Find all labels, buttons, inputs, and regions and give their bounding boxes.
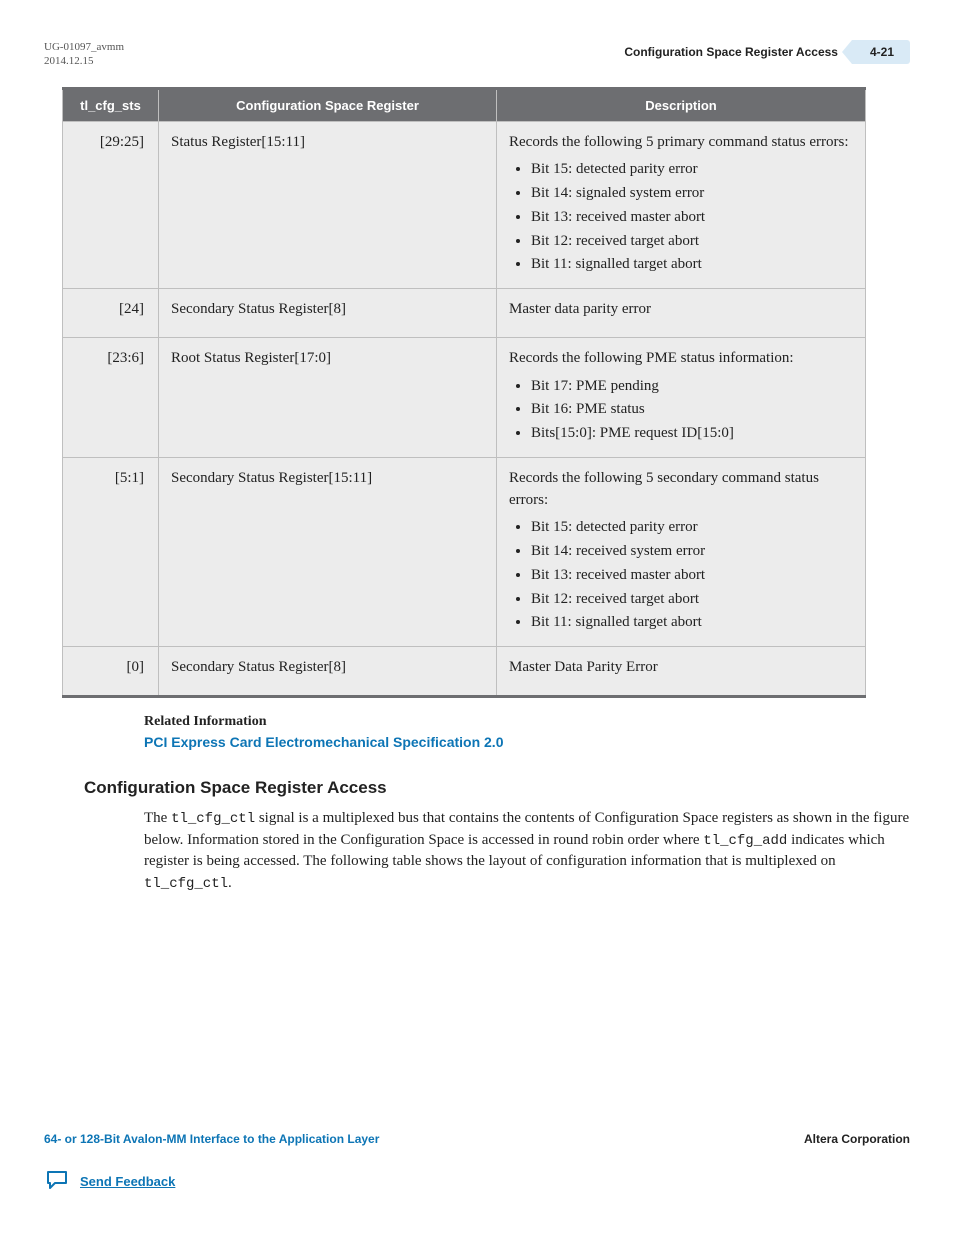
col-header-register: Configuration Space Register	[159, 88, 497, 121]
doc-id: UG-01097_avmm	[44, 40, 124, 54]
cell-description: Records the following 5 primary command …	[497, 121, 866, 289]
table-row: [24]Secondary Status Register[8] Master d…	[63, 289, 866, 338]
desc-bullet: Bit 14: signaled system error	[531, 183, 853, 205]
desc-lead: Master data parity error	[509, 299, 853, 321]
cell-register: Secondary Status Register[15:11]	[159, 457, 497, 646]
col-header-bits: tl_cfg_sts	[63, 88, 159, 121]
cell-description: Master Data Parity Error	[497, 647, 866, 697]
code-inline: tl_cfg_ctl	[171, 811, 255, 827]
cell-description: Records the following 5 secondary comman…	[497, 457, 866, 646]
desc-bullet: Bit 15: detected parity error	[531, 159, 853, 181]
desc-bullet: Bit 12: received target abort	[531, 231, 853, 253]
desc-bullet: Bit 11: signalled target abort	[531, 254, 853, 276]
table-row: [0]Secondary Status Register[8] Master Da…	[63, 647, 866, 697]
table-row: [23:6]Root Status Register[17:0] Records …	[63, 337, 866, 457]
desc-bullet: Bit 14: received system error	[531, 541, 853, 563]
code-inline: tl_cfg_ctl	[144, 876, 228, 892]
desc-bullet: Bit 12: received target abort	[531, 589, 853, 611]
desc-bullet: Bits[15:0]: PME request ID[15:0]	[531, 423, 853, 445]
related-info-label: Related Information	[144, 714, 910, 730]
page-footer: 64- or 128-Bit Avalon-MM Interface to th…	[44, 1132, 910, 1195]
table-row: [5:1]Secondary Status Register[15:11] Rec…	[63, 457, 866, 646]
cell-bits: [5:1]	[63, 457, 159, 646]
col-header-description: Description	[497, 88, 866, 121]
desc-bullet: Bit 17: PME pending	[531, 376, 853, 398]
desc-lead: Master Data Parity Error	[509, 657, 853, 679]
register-table: tl_cfg_sts Configuration Space Register …	[62, 87, 866, 698]
cell-register: Root Status Register[17:0]	[159, 337, 497, 457]
header-right: Configuration Space Register Access 4-21	[624, 40, 910, 64]
desc-lead: Records the following 5 secondary comman…	[509, 468, 853, 512]
footer-company: Altera Corporation	[804, 1132, 910, 1146]
cell-description: Master data parity error	[497, 289, 866, 338]
desc-lead: Records the following PME status informa…	[509, 348, 853, 370]
desc-bullet: Bit 11: signalled target abort	[531, 612, 853, 634]
cell-register: Status Register[15:11]	[159, 121, 497, 289]
section-paragraph: The tl_cfg_ctl signal is a multiplexed b…	[144, 808, 910, 895]
send-feedback-label: Send Feedback	[80, 1174, 175, 1189]
desc-bullet-list: Bit 15: detected parity errorBit 14: sig…	[509, 159, 853, 276]
doc-meta: UG-01097_avmm 2014.12.15	[44, 40, 124, 69]
desc-bullet: Bit 15: detected parity error	[531, 517, 853, 539]
cell-register: Secondary Status Register[8]	[159, 647, 497, 697]
cell-bits: [23:6]	[63, 337, 159, 457]
desc-bullet-list: Bit 15: detected parity errorBit 14: rec…	[509, 517, 853, 634]
page-number-badge: 4-21	[852, 40, 910, 64]
footer-doc-title-link[interactable]: 64- or 128-Bit Avalon-MM Interface to th…	[44, 1132, 379, 1146]
table-row: [29:25]Status Register[15:11] Records the…	[63, 121, 866, 289]
code-inline: tl_cfg_add	[703, 833, 787, 849]
desc-bullet: Bit 13: received master abort	[531, 565, 853, 587]
para-text: The	[144, 810, 171, 826]
desc-bullet: Bit 13: received master abort	[531, 207, 853, 229]
cell-bits: [29:25]	[63, 121, 159, 289]
related-info: Related Information PCI Express Card Ele…	[144, 714, 910, 752]
cell-bits: [24]	[63, 289, 159, 338]
related-info-link[interactable]: PCI Express Card Electromechanical Speci…	[144, 734, 503, 750]
doc-date: 2014.12.15	[44, 54, 124, 68]
desc-bullet-list: Bit 17: PME pendingBit 16: PME statusBit…	[509, 376, 853, 445]
cell-description: Records the following PME status informa…	[497, 337, 866, 457]
send-feedback-link[interactable]: Send Feedback	[44, 1168, 910, 1195]
cell-register: Secondary Status Register[8]	[159, 289, 497, 338]
para-text: .	[228, 875, 232, 891]
desc-lead: Records the following 5 primary command …	[509, 132, 853, 154]
cell-bits: [0]	[63, 647, 159, 697]
page-header: UG-01097_avmm 2014.12.15 Configuration S…	[44, 40, 910, 69]
comment-icon	[44, 1168, 70, 1195]
section-heading: Configuration Space Register Access	[84, 778, 910, 798]
desc-bullet: Bit 16: PME status	[531, 399, 853, 421]
running-title: Configuration Space Register Access	[624, 45, 852, 59]
